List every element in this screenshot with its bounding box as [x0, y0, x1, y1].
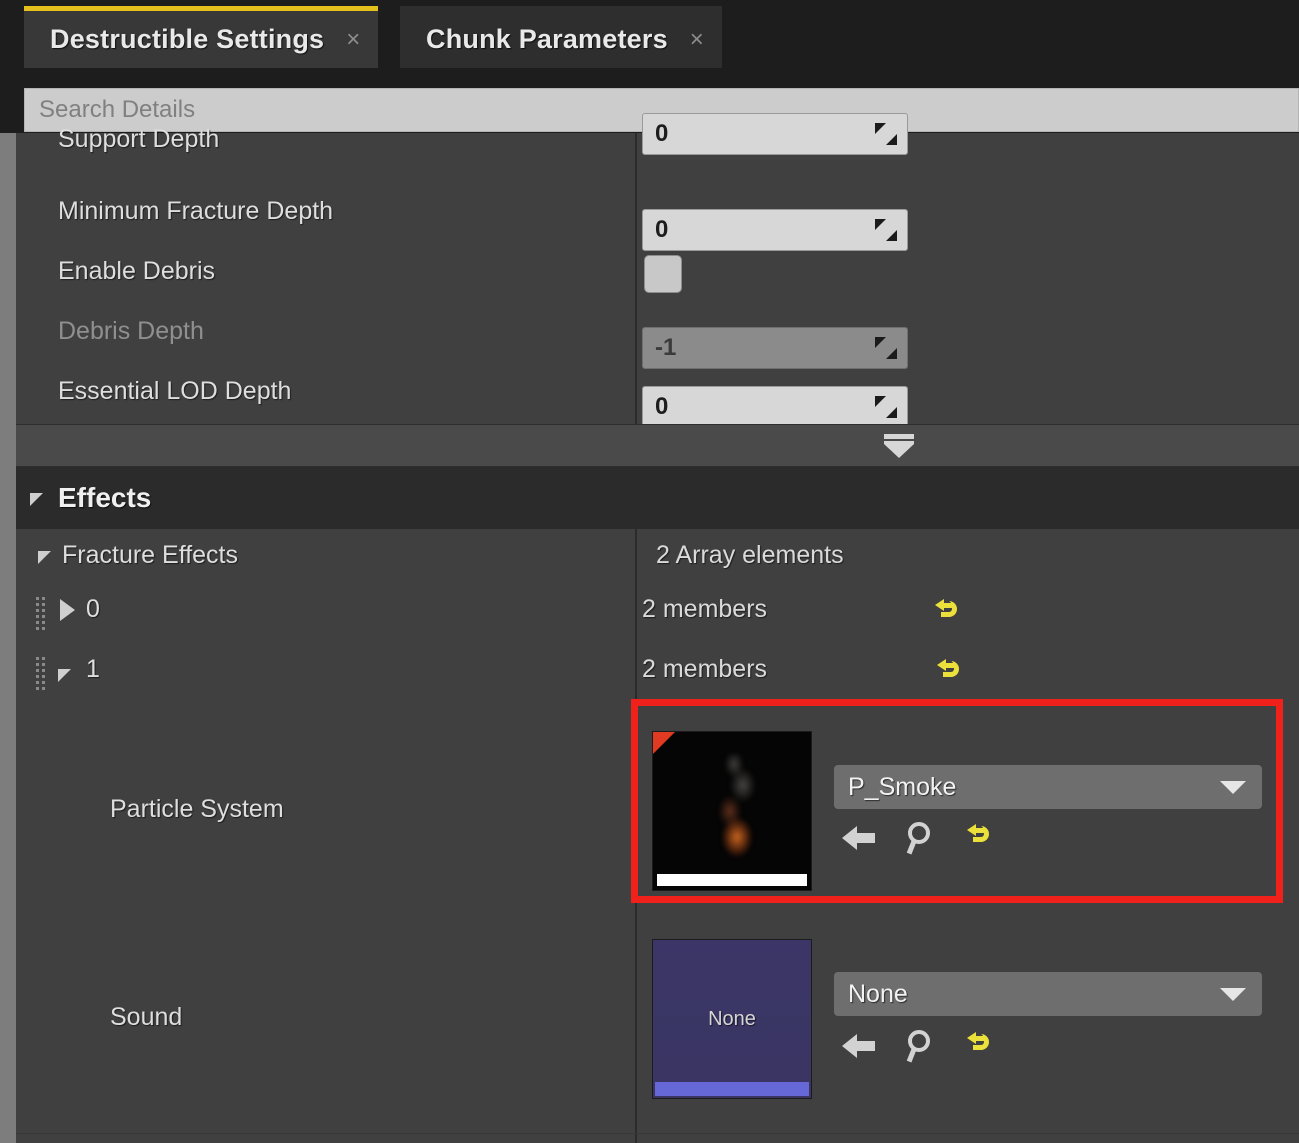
drag-spinner-icon[interactable]	[875, 123, 897, 145]
reset-arrow-icon[interactable]	[936, 657, 964, 685]
category-title: Effects	[58, 482, 152, 513]
sound-asset-combobox[interactable]: None	[834, 972, 1262, 1016]
use-selected-asset-icon[interactable]	[842, 824, 876, 852]
essential-lod-depth-input[interactable]: 0	[642, 386, 908, 428]
tab-label: Chunk Parameters	[426, 24, 668, 54]
reset-arrow-icon[interactable]	[966, 822, 994, 850]
browse-to-asset-icon[interactable]	[906, 1030, 936, 1063]
array-element-row-0[interactable]: 0 2 members	[16, 587, 1299, 647]
chevron-down-icon	[30, 493, 43, 506]
sound-thumbnail[interactable]: None	[652, 939, 812, 1099]
property-list: Support Depth 0 Minimum Fracture Depth 0…	[16, 113, 1299, 1143]
thumbnail-caption: None	[708, 1007, 756, 1030]
property-label: Enable Debris	[58, 257, 216, 285]
support-depth-input[interactable]: 0	[642, 113, 908, 155]
asset-type-bar	[657, 874, 807, 886]
particle-system-asset-tools	[842, 822, 994, 855]
drag-spinner-icon	[875, 337, 897, 359]
details-body: Support Depth 0 Minimum Fracture Depth 0…	[0, 113, 1299, 1143]
chevron-down-icon[interactable]	[38, 551, 51, 564]
drag-spinner-icon[interactable]	[875, 219, 897, 241]
input-value: 0	[655, 216, 669, 243]
property-label: Support Depth	[58, 125, 220, 153]
input-value: -1	[655, 334, 677, 361]
input-value: 0	[655, 120, 669, 147]
property-row-minimum-fracture-depth[interactable]: Minimum Fracture Depth 0	[16, 181, 1299, 251]
property-row-enable-debris[interactable]: Enable Debris	[16, 241, 1299, 301]
asset-dirty-marker-icon	[653, 732, 675, 754]
array-count-value: 2 Array elements	[656, 541, 844, 569]
property-label: Particle System	[110, 795, 284, 823]
property-row-debris-depth: Debris Depth -1	[16, 301, 1299, 369]
asset-type-bar	[655, 1082, 809, 1096]
property-label: Fracture Effects	[62, 541, 238, 569]
tab-destructible-settings[interactable]: Destructible Settings ×	[24, 6, 379, 68]
use-selected-asset-icon[interactable]	[842, 1032, 876, 1060]
chevron-right-icon[interactable]	[60, 599, 75, 621]
close-icon[interactable]: ×	[690, 27, 704, 52]
search-input-placeholder: Search Details	[39, 96, 196, 123]
combobox-value: None	[848, 979, 908, 1008]
array-element-row-1[interactable]: 1 2 members	[16, 647, 1299, 707]
property-row-particle-system[interactable]: Particle System P_Smoke	[16, 707, 1299, 917]
drag-handle-icon[interactable]	[36, 597, 46, 641]
section-divider	[16, 424, 1299, 467]
chevron-down-icon	[1220, 988, 1246, 1001]
property-label: Minimum Fracture Depth	[58, 197, 334, 225]
tab-strip: Destructible Settings × Chunk Parameters…	[0, 0, 1299, 68]
combobox-value: P_Smoke	[848, 772, 957, 801]
vertical-scrollbar[interactable]	[0, 133, 16, 1143]
array-index-label: 0	[86, 595, 100, 623]
property-row-sound[interactable]: Sound None None	[16, 917, 1299, 1127]
browse-to-asset-icon[interactable]	[906, 822, 936, 855]
property-label: Essential LOD Depth	[58, 377, 292, 405]
sound-asset-tools	[842, 1030, 994, 1063]
property-row-essential-lod-depth[interactable]: Essential LOD Depth 0	[16, 361, 1299, 428]
property-row-fracture-effects[interactable]: Fracture Effects 2 Array elements	[16, 529, 1299, 587]
close-icon[interactable]: ×	[346, 27, 360, 52]
chevron-down-icon[interactable]	[58, 669, 71, 682]
array-index-label: 1	[86, 655, 100, 683]
reset-arrow-icon[interactable]	[934, 597, 962, 625]
array-members-value: 2 members	[642, 595, 768, 623]
particle-system-asset-combobox[interactable]: P_Smoke	[834, 765, 1262, 809]
input-value: 0	[655, 393, 669, 420]
property-label: Sound	[110, 1003, 183, 1031]
tab-label: Destructible Settings	[50, 24, 325, 54]
array-members-value: 2 members	[642, 655, 768, 683]
particle-thumbnail[interactable]	[652, 731, 812, 891]
property-row-support-depth[interactable]: Support Depth 0	[16, 113, 1299, 177]
property-label: Debris Depth	[58, 317, 204, 345]
enable-debris-checkbox[interactable]	[644, 255, 682, 293]
details-panel-window: Destructible Settings × Chunk Parameters…	[0, 0, 1299, 1143]
reset-arrow-icon[interactable]	[966, 1030, 994, 1058]
category-header-effects[interactable]: Effects	[16, 467, 1299, 529]
tab-chunk-parameters[interactable]: Chunk Parameters ×	[400, 6, 722, 68]
drag-spinner-icon[interactable]	[875, 396, 897, 418]
drag-handle-icon[interactable]	[36, 657, 46, 701]
collapse-all-icon[interactable]	[882, 434, 916, 460]
row-separator	[16, 1133, 1299, 1134]
particle-preview-image	[701, 754, 773, 858]
chevron-down-icon	[1220, 781, 1246, 794]
